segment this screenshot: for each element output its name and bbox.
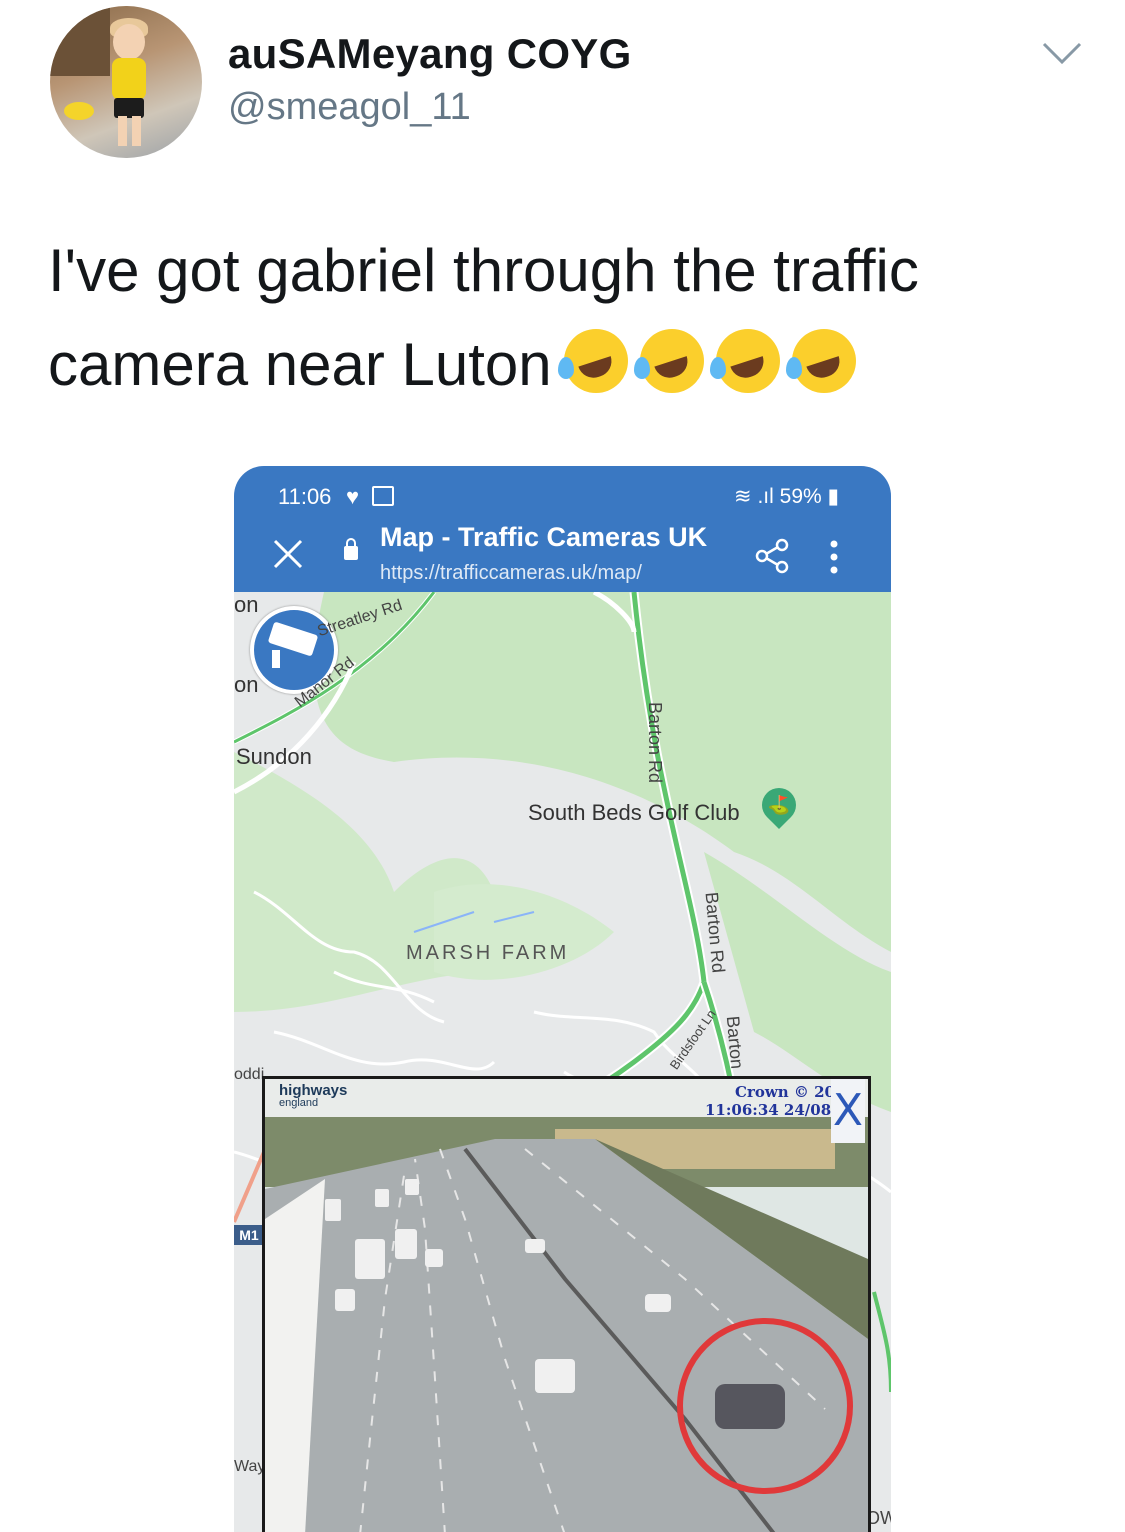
battery-icon: ▮ — [827, 485, 840, 508]
map-label-partial: on — [234, 672, 259, 697]
avatar-leg — [132, 116, 141, 146]
map-label-partial: Way — [234, 1458, 266, 1475]
traffic-map[interactable]: on on Streatley Rd Manor Rd Sundon Barto… — [234, 592, 891, 1532]
display-name[interactable]: auSAMeyang COYG — [228, 30, 632, 78]
signal-icon: .ıl — [757, 485, 774, 508]
user-handle[interactable]: @smeagol_11 — [228, 86, 471, 129]
attached-screenshot[interactable]: 11:06 ♥ ≋ .ıl 59% ▮ Map - Traffic Camera… — [234, 466, 891, 1532]
wifi-icon: ≋ — [734, 485, 752, 508]
avatar-shirt — [112, 58, 146, 100]
road-label-barton: Barton Rd — [645, 701, 666, 784]
rofl-emoji-icon — [557, 329, 628, 393]
map-label-marsh-farm: MARSH FARM — [406, 942, 570, 964]
image-notification-icon — [372, 486, 394, 506]
lock-icon — [344, 538, 358, 560]
rofl-emoji-icon — [709, 329, 780, 393]
map-label-sundon: Sundon — [236, 744, 312, 769]
avatar[interactable] — [50, 6, 202, 158]
page-url[interactable]: https://trafficcameras.uk/map/ — [380, 562, 642, 585]
golf-course-pin-icon[interactable]: ⛳ — [754, 780, 804, 830]
popup-close-button[interactable]: X — [831, 1079, 865, 1143]
camera-stand — [272, 650, 280, 668]
avatar-background-shelf — [50, 6, 110, 76]
page-title: Map - Traffic Cameras UK — [380, 522, 708, 552]
battery-level: 59% — [779, 485, 822, 508]
road-label-barton: Barton — [722, 1015, 748, 1070]
tweet-text-line-2: camera near Luton — [48, 331, 552, 398]
camera-timestamp: 11:06:34 24/08 — [705, 1101, 832, 1119]
avatar-leg — [118, 116, 127, 146]
rofl-emoji-icon — [633, 329, 704, 393]
heart-icon: ♥ — [346, 484, 360, 509]
more-vertical-icon[interactable] — [830, 540, 838, 574]
m1-motorway-badge: M1 — [234, 1225, 264, 1245]
rofl-emoji-icon — [785, 329, 856, 393]
tweet-text-line: I've got gabriel through the traffic — [48, 237, 919, 304]
chevron-down-icon[interactable] — [1040, 38, 1084, 68]
avatar-shorts — [114, 98, 144, 118]
highways-england-logo: highways england — [279, 1083, 347, 1109]
tweet-text-line: camera near Luton — [48, 318, 1088, 412]
map-label-golf-club: South Beds Golf Club — [528, 800, 740, 825]
share-icon[interactable] — [754, 538, 790, 574]
map-label-partial: on — [234, 592, 259, 617]
status-indicators: ≋ .ıl 59% ▮ — [734, 484, 839, 509]
status-time: 11:06 — [278, 484, 332, 509]
avatar-toy — [64, 102, 94, 120]
camera-feed-popup[interactable]: highways england Crown © 2020 11:06:34 2… — [262, 1076, 871, 1532]
browser-app-bar: 11:06 ♥ ≋ .ıl 59% ▮ Map - Traffic Camera… — [234, 466, 891, 592]
map-label-partial: oddi — [234, 1066, 265, 1083]
avatar-head — [113, 24, 145, 60]
tweet-text: I've got gabriel through the traffic cam… — [48, 224, 1088, 412]
camera-feed-image — [265, 1079, 868, 1532]
close-icon[interactable] — [272, 538, 304, 570]
